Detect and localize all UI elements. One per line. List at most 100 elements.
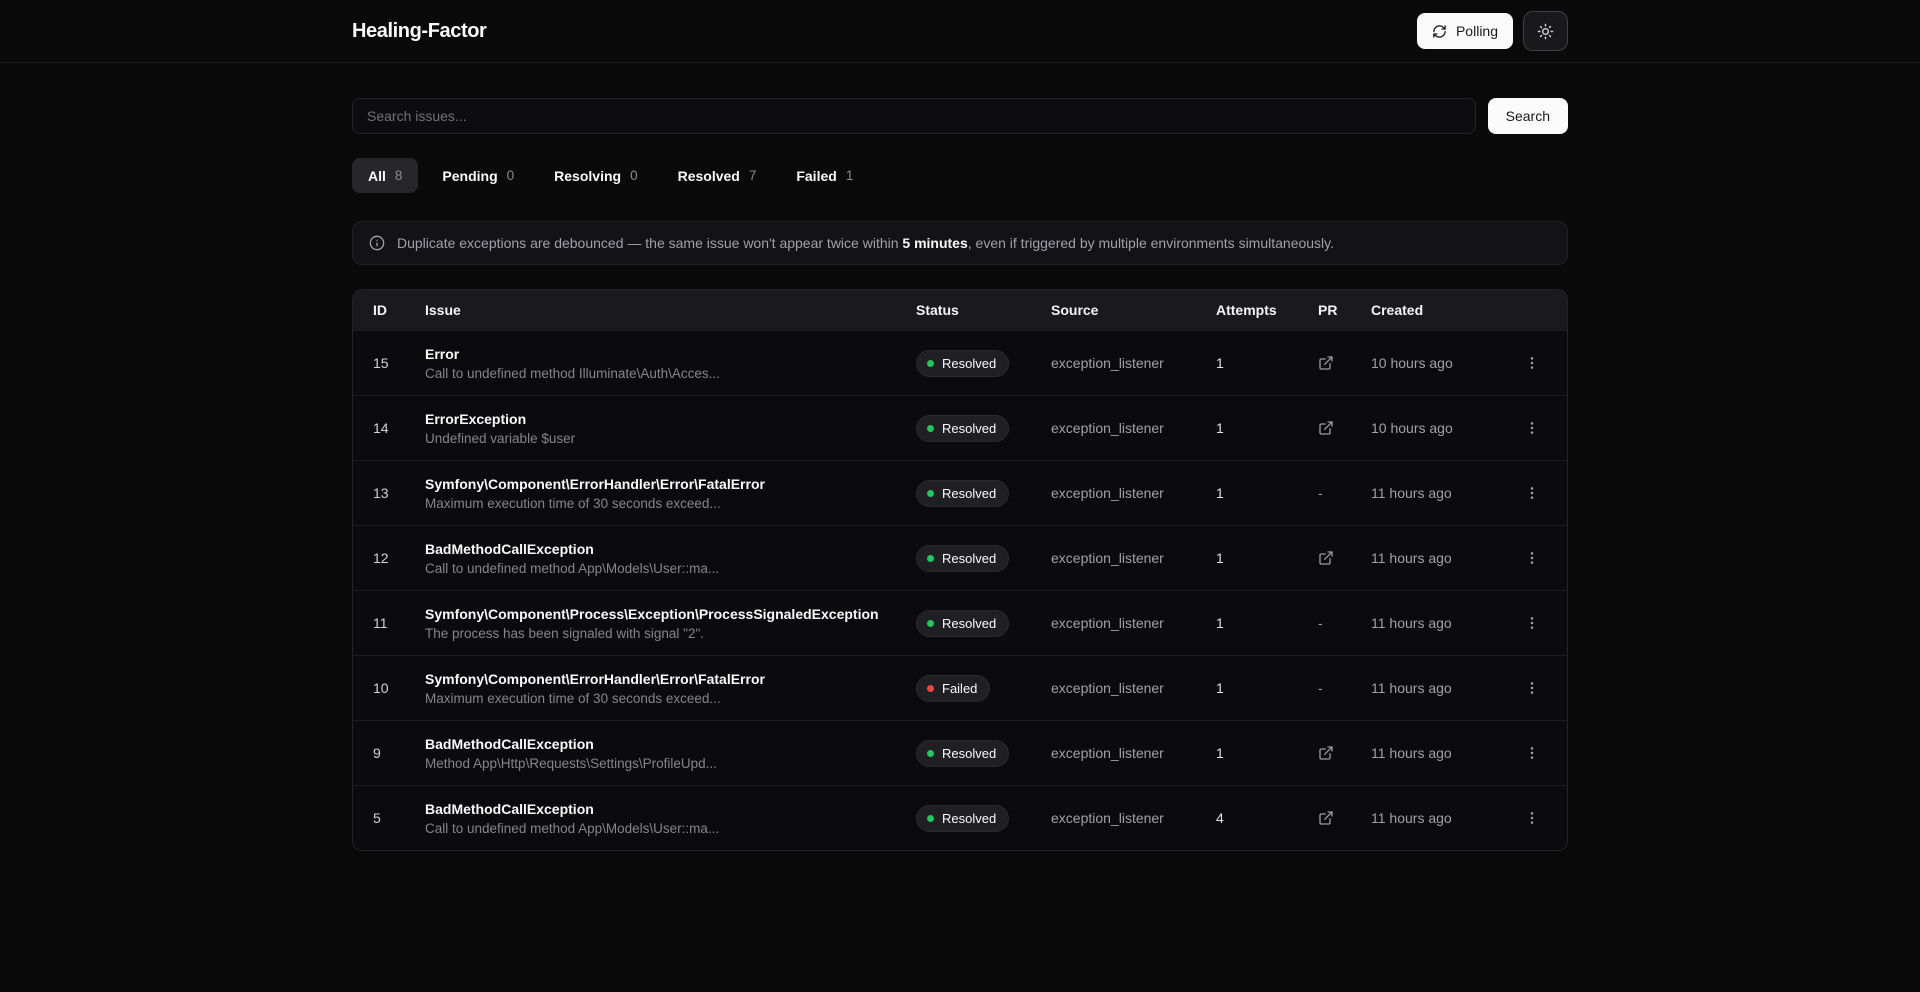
status-cell: Resolved <box>916 415 1051 442</box>
source-cell: exception_listener <box>1051 615 1216 631</box>
status-dot-icon <box>927 620 934 627</box>
refresh-icon <box>1432 24 1447 39</box>
actions-cell <box>1517 478 1553 508</box>
status-badge: Failed <box>916 675 990 702</box>
theme-toggle-button[interactable] <box>1523 11 1568 51</box>
tab-count: 0 <box>507 168 515 183</box>
created-cell: 10 hours ago <box>1371 355 1517 371</box>
column-header-id: ID <box>373 302 425 318</box>
status-label: Resolved <box>942 746 996 761</box>
status-label: Resolved <box>942 421 996 436</box>
header-actions: Polling <box>1417 11 1568 51</box>
status-cell: Resolved <box>916 805 1051 832</box>
issue-subtitle: Method App\Http\Requests\Settings\Profil… <box>425 756 916 771</box>
issue-id: 12 <box>373 550 425 566</box>
pr-cell <box>1318 745 1371 761</box>
actions-cell <box>1517 543 1553 573</box>
issue-cell: Error Call to undefined method Illuminat… <box>425 346 916 381</box>
search-row: Search <box>352 98 1568 134</box>
status-dot-icon <box>927 555 934 562</box>
issue-id: 9 <box>373 745 425 761</box>
created-cell: 10 hours ago <box>1371 420 1517 436</box>
row-menu-button[interactable] <box>1517 738 1547 768</box>
table-row[interactable]: 13 Symfony\Component\ErrorHandler\Error\… <box>353 460 1567 525</box>
actions-cell <box>1517 803 1553 833</box>
status-dot-icon <box>927 815 934 822</box>
attempts-cell: 1 <box>1216 485 1318 501</box>
table-row[interactable]: 15 Error Call to undefined method Illumi… <box>353 330 1567 395</box>
pr-cell: - <box>1318 615 1371 631</box>
table-body: 15 Error Call to undefined method Illumi… <box>353 330 1567 850</box>
status-dot-icon <box>927 750 934 757</box>
issue-subtitle: Call to undefined method App\Models\User… <box>425 561 916 576</box>
issue-id: 13 <box>373 485 425 501</box>
row-menu-button[interactable] <box>1517 803 1547 833</box>
attempts-cell: 1 <box>1216 550 1318 566</box>
tab-resolved[interactable]: Resolved 7 <box>662 158 773 193</box>
row-menu-button[interactable] <box>1517 608 1547 638</box>
external-link-icon[interactable] <box>1318 810 1334 826</box>
issue-cell: BadMethodCallException Call to undefined… <box>425 541 916 576</box>
status-dot-icon <box>927 685 934 692</box>
external-link-icon[interactable] <box>1318 745 1334 761</box>
issue-title: ErrorException <box>425 411 916 427</box>
table-row[interactable]: 11 Symfony\Component\Process\Exception\P… <box>353 590 1567 655</box>
debounce-info-banner: Duplicate exceptions are debounced — the… <box>352 221 1568 265</box>
external-link-icon[interactable] <box>1318 550 1334 566</box>
issue-id: 14 <box>373 420 425 436</box>
status-dot-icon <box>927 425 934 432</box>
search-button[interactable]: Search <box>1488 98 1568 134</box>
tab-count: 1 <box>846 168 854 183</box>
tab-count: 0 <box>630 168 638 183</box>
attempts-cell: 1 <box>1216 615 1318 631</box>
table-row[interactable]: 12 BadMethodCallException Call to undefi… <box>353 525 1567 590</box>
table-row[interactable]: 10 Symfony\Component\ErrorHandler\Error\… <box>353 655 1567 720</box>
table-row[interactable]: 5 BadMethodCallException Call to undefin… <box>353 785 1567 850</box>
created-cell: 11 hours ago <box>1371 680 1517 696</box>
row-menu-button[interactable] <box>1517 673 1547 703</box>
attempts-cell: 1 <box>1216 680 1318 696</box>
status-cell: Resolved <box>916 610 1051 637</box>
pr-cell: - <box>1318 485 1371 501</box>
main-content: Search All 8 Pending 0 Resolving 0 Resol… <box>352 63 1568 851</box>
status-label: Failed <box>942 681 977 696</box>
external-link-icon[interactable] <box>1318 355 1334 371</box>
row-menu-button[interactable] <box>1517 413 1547 443</box>
banner-text: Duplicate exceptions are debounced — the… <box>397 235 1334 251</box>
actions-cell <box>1517 673 1553 703</box>
status-badge: Resolved <box>916 545 1009 572</box>
row-menu-button[interactable] <box>1517 543 1547 573</box>
tab-failed[interactable]: Failed 1 <box>780 158 869 193</box>
status-dot-icon <box>927 490 934 497</box>
polling-button[interactable]: Polling <box>1417 13 1513 49</box>
status-label: Resolved <box>942 551 996 566</box>
search-input[interactable] <box>352 98 1476 134</box>
info-icon <box>369 235 385 251</box>
status-badge: Resolved <box>916 740 1009 767</box>
source-cell: exception_listener <box>1051 355 1216 371</box>
source-cell: exception_listener <box>1051 485 1216 501</box>
issues-table: IDIssueStatusSourceAttemptsPRCreated 15 … <box>352 289 1568 851</box>
row-menu-button[interactable] <box>1517 348 1547 378</box>
source-cell: exception_listener <box>1051 745 1216 761</box>
polling-button-label: Polling <box>1456 23 1498 39</box>
issue-title: Symfony\Component\ErrorHandler\Error\Fat… <box>425 476 916 492</box>
tab-all[interactable]: All 8 <box>352 158 418 193</box>
pr-none: - <box>1318 485 1323 501</box>
column-header-pr: PR <box>1318 302 1371 318</box>
tab-resolving[interactable]: Resolving 0 <box>538 158 653 193</box>
table-row[interactable]: 9 BadMethodCallException Method App\Http… <box>353 720 1567 785</box>
source-cell: exception_listener <box>1051 550 1216 566</box>
table-row[interactable]: 14 ErrorException Undefined variable $us… <box>353 395 1567 460</box>
issue-title: BadMethodCallException <box>425 541 916 557</box>
tab-pending[interactable]: Pending 0 <box>426 158 530 193</box>
tab-count: 7 <box>749 168 757 183</box>
column-header-issue: Issue <box>425 302 916 318</box>
pr-none: - <box>1318 680 1323 696</box>
created-cell: 11 hours ago <box>1371 550 1517 566</box>
issue-cell: ErrorException Undefined variable $user <box>425 411 916 446</box>
external-link-icon[interactable] <box>1318 420 1334 436</box>
row-menu-button[interactable] <box>1517 478 1547 508</box>
tab-label: Resolving <box>554 168 621 184</box>
status-cell: Resolved <box>916 545 1051 572</box>
